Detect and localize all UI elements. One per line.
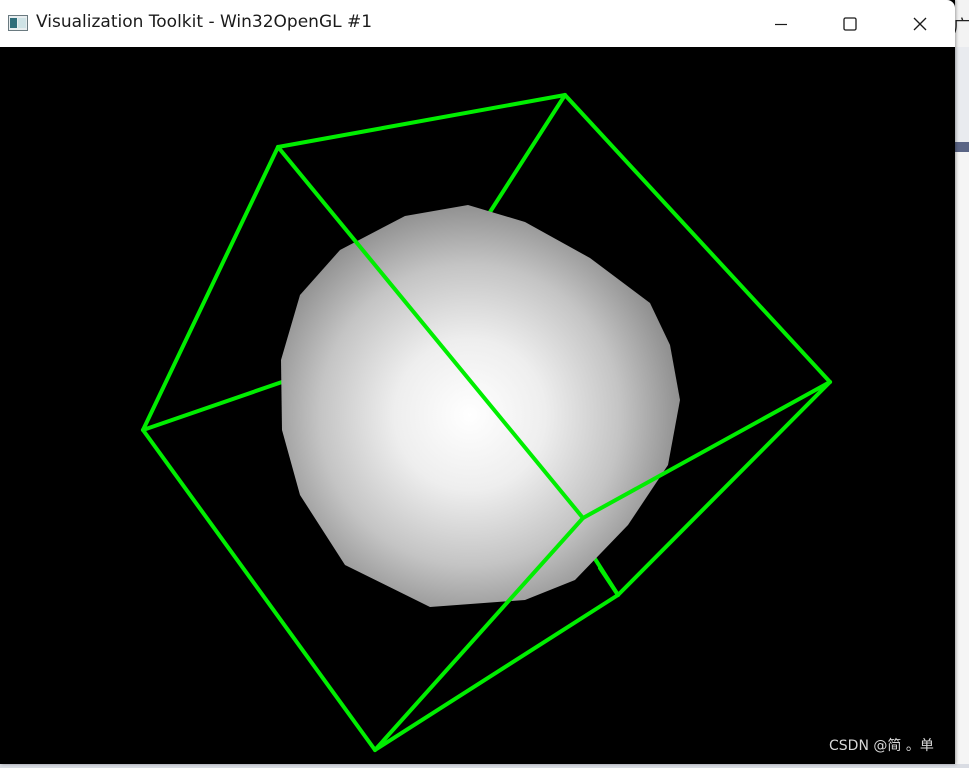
title-bar[interactable]: Visualization Toolkit - Win32OpenGL #1 bbox=[0, 0, 955, 47]
maximize-icon bbox=[843, 16, 857, 31]
watermark-text: CSDN @简 。单 bbox=[829, 738, 934, 754]
window-title: Visualization Toolkit - Win32OpenGL #1 bbox=[36, 12, 373, 32]
background-partial-text: 广启 bbox=[953, 17, 969, 37]
minimize-button[interactable] bbox=[746, 0, 816, 47]
scene-canvas bbox=[141, 93, 832, 752]
render-viewport[interactable] bbox=[0, 47, 955, 764]
vtk-render-window: Visualization Toolkit - Win32OpenGL #1 C… bbox=[0, 0, 955, 764]
sphere bbox=[281, 205, 680, 607]
background-window-strip bbox=[955, 0, 969, 764]
maximize-button[interactable] bbox=[815, 0, 885, 47]
close-icon bbox=[913, 17, 927, 30]
minimize-icon bbox=[775, 23, 787, 25]
app-icon bbox=[8, 15, 28, 31]
close-button[interactable] bbox=[885, 0, 955, 47]
